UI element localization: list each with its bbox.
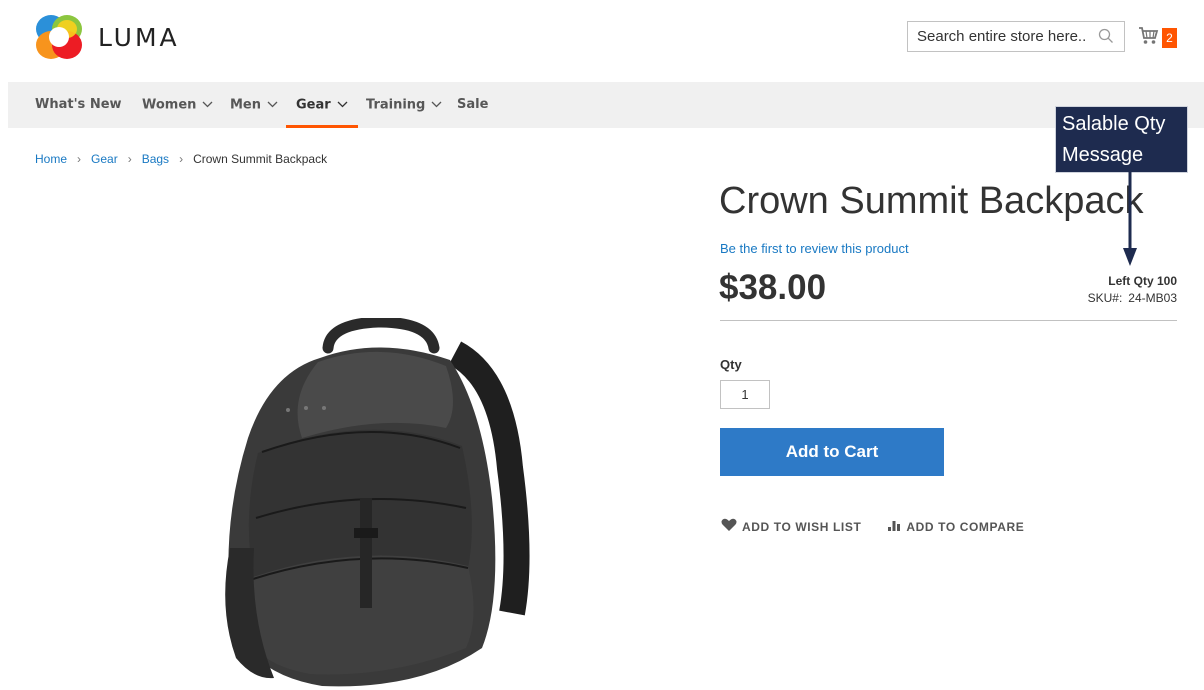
product-sku: SKU#: 24-MB03 bbox=[1088, 291, 1177, 305]
breadcrumb-bags[interactable]: Bags bbox=[142, 152, 169, 166]
luma-logo-icon bbox=[36, 14, 82, 60]
nav-item-training[interactable]: Training bbox=[366, 82, 442, 128]
product-image[interactable] bbox=[210, 316, 530, 690]
search-box bbox=[907, 21, 1125, 52]
nav-item-label: Training bbox=[366, 97, 426, 113]
nav-item-men[interactable]: Men bbox=[230, 82, 278, 128]
annotation-line-2: Message bbox=[1062, 144, 1144, 166]
search-input[interactable] bbox=[908, 22, 1096, 51]
nav-item-label: Men bbox=[230, 97, 262, 113]
product-price: $38.00 bbox=[719, 268, 827, 307]
sku-value: 24-MB03 bbox=[1128, 291, 1177, 305]
logo[interactable]: LUMA bbox=[36, 14, 180, 60]
chevron-down-icon bbox=[267, 82, 278, 128]
nav-item-label: What's New bbox=[35, 97, 122, 112]
product-social-links: ADD TO WISH LIST ADD TO COMPARE bbox=[721, 518, 1024, 535]
divider bbox=[720, 320, 1177, 321]
compare-icon bbox=[887, 518, 906, 535]
nav-item-sale[interactable]: Sale bbox=[457, 82, 488, 128]
review-link[interactable]: Be the first to review this product bbox=[720, 241, 909, 256]
salable-qty-message: Left Qty 100 bbox=[1108, 274, 1177, 288]
chevron-down-icon bbox=[202, 82, 213, 128]
product-title: Crown Summit Backpack bbox=[719, 180, 1144, 222]
add-to-cart-button[interactable]: Add to Cart bbox=[720, 428, 944, 476]
nav-item-gear[interactable]: Gear bbox=[286, 82, 358, 128]
breadcrumb-home[interactable]: Home bbox=[35, 152, 67, 166]
arrow-down-icon bbox=[1120, 172, 1140, 273]
chevron-down-icon bbox=[431, 82, 442, 128]
heart-icon bbox=[721, 518, 742, 535]
main-navigation: What's New Women Men Gear Training Sale bbox=[8, 82, 1204, 128]
annotation-line-1: Salable Qty bbox=[1062, 113, 1166, 135]
nav-item-label: Gear bbox=[296, 97, 331, 113]
add-to-compare-link[interactable]: ADD TO COMPARE bbox=[887, 518, 1024, 535]
add-to-wishlist-link[interactable]: ADD TO WISH LIST bbox=[721, 518, 861, 535]
nav-item-whats-new[interactable]: What's New bbox=[35, 82, 122, 128]
nav-item-label: Women bbox=[142, 97, 197, 113]
breadcrumb: Home › Gear › Bags › Crown Summit Backpa… bbox=[35, 152, 327, 166]
chevron-down-icon bbox=[337, 82, 348, 128]
breadcrumb-separator: › bbox=[179, 152, 184, 166]
site-header: LUMA 2 bbox=[0, 0, 1204, 82]
active-nav-indicator bbox=[286, 125, 358, 128]
compare-label: ADD TO COMPARE bbox=[906, 519, 1025, 534]
cart-icon[interactable] bbox=[1138, 26, 1160, 51]
breadcrumb-current: Crown Summit Backpack bbox=[193, 152, 328, 166]
search-icon[interactable] bbox=[1098, 28, 1114, 49]
nav-item-women[interactable]: Women bbox=[142, 82, 213, 128]
breadcrumb-separator: › bbox=[77, 152, 82, 166]
minicart[interactable]: 2 bbox=[1138, 26, 1178, 50]
cart-count-badge: 2 bbox=[1162, 28, 1177, 48]
breadcrumb-separator: › bbox=[127, 152, 132, 166]
wishlist-label: ADD TO WISH LIST bbox=[742, 519, 862, 534]
logo-text: LUMA bbox=[98, 22, 180, 52]
qty-label: Qty bbox=[720, 357, 742, 372]
breadcrumb-gear[interactable]: Gear bbox=[91, 152, 118, 166]
nav-item-label: Sale bbox=[457, 97, 489, 112]
qty-input[interactable] bbox=[720, 380, 770, 409]
annotation-callout: Salable Qty Message bbox=[1055, 106, 1188, 173]
sku-label: SKU#: bbox=[1087, 291, 1123, 305]
